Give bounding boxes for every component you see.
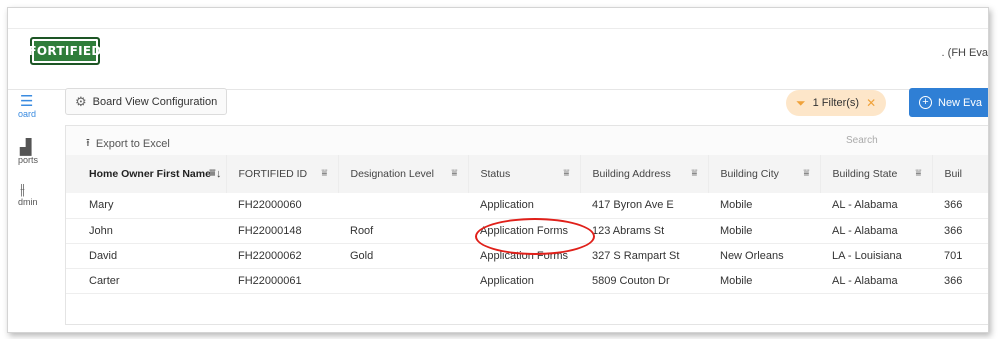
sidebar-item-label: oard <box>18 109 37 119</box>
export-label: Export to Excel <box>95 137 170 150</box>
cell-building-zip: 366 <box>944 224 963 237</box>
cell-building-zip: 366 <box>944 274 963 287</box>
cell-fortified-id: FH22000061 <box>238 274 302 287</box>
table-row[interactable]: Carter FH22000061 Application 5809 Couto… <box>66 268 988 293</box>
fortified-logo[interactable]: FORTIFIED <box>28 37 102 65</box>
grid-toolbar: ⭱ Export to Excel Search <box>66 126 988 155</box>
cell-first-name: John <box>89 224 113 237</box>
column-filter-icon[interactable]: ⩸ <box>691 168 697 179</box>
cell-fortified-id: FH22000148 <box>238 224 302 237</box>
sidebar: ☰ oard ▟ ports ⫲ dmin <box>8 90 52 332</box>
board-view-label: Board View Configuration <box>92 95 218 108</box>
cell-building-address: 123 Abrams St <box>592 224 665 237</box>
sidebar-item-board[interactable]: ☰ oard <box>8 94 52 119</box>
cell-building-state: AL - Alabama <box>832 199 898 212</box>
clear-filter-icon[interactable]: ✕ <box>866 96 876 110</box>
cell-fortified-id: FH22000060 <box>238 199 302 212</box>
logo-text: FORTIFIED <box>28 44 102 58</box>
export-to-excel-button[interactable]: ⭱ Export to Excel <box>86 134 170 153</box>
cell-first-name: David <box>89 249 118 262</box>
cell-designation-level: Roof <box>350 224 374 237</box>
user-name[interactable]: . (FH Eva <box>942 47 988 59</box>
cell-designation-level: Gold <box>350 249 374 262</box>
column-header-building-state[interactable]: Building State ⩸ <box>820 155 933 193</box>
filter-icon: ⏷ <box>796 95 806 110</box>
cell-status: Application <box>480 274 534 287</box>
column-filter-icon[interactable]: ⩸ <box>803 168 809 179</box>
cell-designation-level <box>338 193 468 218</box>
column-filter-icon[interactable]: ⩸ <box>451 168 457 179</box>
cell-designation-level <box>338 268 468 293</box>
cell-building-city: Mobile <box>720 199 753 212</box>
cell-building-state: AL - Alabama <box>832 224 898 237</box>
annotation-highlight-oval <box>475 218 595 255</box>
app-window: FORTIFIED . (FH Eva ☰ oard ▟ ports ⫲ dmi… <box>7 7 989 333</box>
cell-status: Application <box>480 199 534 212</box>
filter-pill[interactable]: ⏷ 1 Filter(s) ✕ <box>786 90 887 116</box>
admin-sliders-icon: ⫲ <box>20 181 25 198</box>
sidebar-item-admin[interactable]: ⫲ dmin <box>8 182 52 207</box>
sort-down-icon[interactable]: ↓ <box>216 168 222 180</box>
column-header-building-address[interactable]: Building Address ⩸ <box>580 155 709 193</box>
column-filter-icon[interactable]: ⩸ <box>209 168 215 179</box>
cell-building-city: Mobile <box>720 274 753 287</box>
export-icon: ⭱ <box>86 137 90 149</box>
column-filter-icon[interactable]: ⩸ <box>321 168 327 179</box>
column-filter-icon[interactable]: ⩸ <box>563 168 569 179</box>
cell-building-address: 417 Byron Ave E <box>592 199 674 212</box>
sidebar-item-label: ports <box>18 155 39 165</box>
top-header: FORTIFIED . (FH Eva <box>8 8 988 90</box>
sidebar-item-label: dmin <box>18 197 38 207</box>
gear-icon: ⚙ <box>75 93 87 109</box>
cell-building-address: 5809 Couton Dr <box>592 274 670 287</box>
plus-circle-icon: + <box>919 96 932 109</box>
filter-label: 1 Filter(s) <box>812 97 860 109</box>
table-header-row: Home Owner First Name ↓ ⩸ FORTIFIED ID ⩸ De… <box>66 155 988 193</box>
cell-building-zip: 701 <box>944 249 963 262</box>
header-divider <box>8 28 988 29</box>
sidebar-item-reports[interactable]: ▟ ports <box>8 140 52 165</box>
cell-building-city: Mobile <box>720 224 753 237</box>
reports-icon: ▟ <box>20 139 32 156</box>
column-header-home-owner-first-name[interactable]: Home Owner First Name ↓ ⩸ <box>66 155 227 193</box>
list-icon: ☰ <box>20 93 34 110</box>
column-header-building-zip[interactable]: Buil <box>932 155 988 193</box>
cell-building-zip: 366 <box>944 199 963 212</box>
column-header-fortified-id[interactable]: FORTIFIED ID ⩸ <box>226 155 339 193</box>
table-row[interactable]: Mary FH22000060 Application 417 Byron Av… <box>66 193 988 218</box>
cell-first-name: Carter <box>89 274 120 287</box>
column-header-building-city[interactable]: Building City ⩸ <box>708 155 821 193</box>
cell-first-name: Mary <box>89 199 114 212</box>
cell-building-city: New Orleans <box>720 249 784 262</box>
new-button-label: New Eva <box>938 96 983 109</box>
new-evaluation-button[interactable]: + New Eva <box>909 88 988 117</box>
cell-building-state: AL - Alabama <box>832 274 898 287</box>
cell-building-state: LA - Louisiana <box>832 249 902 262</box>
column-filter-icon[interactable]: ⩸ <box>915 168 921 179</box>
search-input[interactable]: Search <box>846 135 878 146</box>
column-header-status[interactable]: Status ⩸ <box>468 155 581 193</box>
cell-fortified-id: FH22000062 <box>238 249 302 262</box>
column-header-designation-level[interactable]: Designation Level ⩸ <box>338 155 469 193</box>
board-view-configuration-button[interactable]: ⚙ Board View Configuration <box>65 88 228 115</box>
cell-building-address: 327 S Rampart St <box>592 249 680 262</box>
